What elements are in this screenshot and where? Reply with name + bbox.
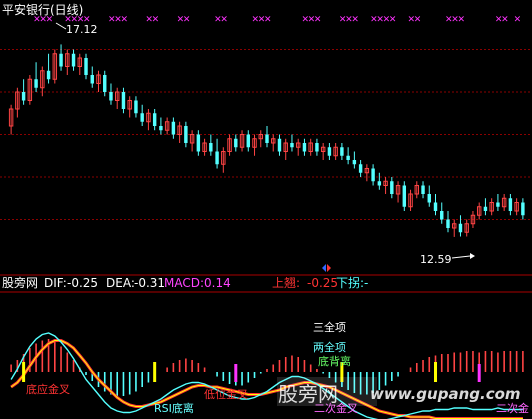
candle-body xyxy=(496,202,500,207)
top-marker: ✕ xyxy=(120,15,128,25)
candle-body xyxy=(171,121,176,135)
dea-band xyxy=(10,339,523,419)
candlestick-series xyxy=(8,44,525,237)
dif-line xyxy=(10,332,523,419)
top-marker: ✕ xyxy=(501,15,509,25)
signal-two-full: 两全项 xyxy=(313,340,346,354)
candle-body xyxy=(327,147,332,156)
candle-body xyxy=(90,75,94,84)
candle-body xyxy=(358,164,363,173)
yellow-signal-bar xyxy=(22,362,26,382)
candle-body xyxy=(521,202,525,216)
down-label: 下拐: xyxy=(336,275,364,290)
candle-body xyxy=(440,211,444,220)
signal-low-golden-cross: 低位金叉 xyxy=(204,387,248,401)
signal-bottom-divergence: 底背离 xyxy=(318,354,351,368)
magenta-signal-bar xyxy=(477,364,481,382)
candle-body xyxy=(371,168,375,182)
candle-body xyxy=(140,113,144,122)
candle-body xyxy=(446,219,450,228)
candle-body xyxy=(290,143,294,148)
top-marker: ✕ xyxy=(152,15,160,25)
candle-body xyxy=(433,202,438,211)
candle-body xyxy=(277,138,282,152)
candle-body xyxy=(134,100,138,114)
indicator-name: 股旁网 xyxy=(2,275,38,290)
top-marker: ✕ xyxy=(457,15,465,25)
candle-body xyxy=(402,185,407,207)
watermark-url: www.gupang.com xyxy=(370,385,521,403)
macd-value: 0.14 xyxy=(204,276,231,290)
candle-body xyxy=(196,134,201,152)
stock-chart: ✕✕✕ ✕✕✕✕ ✕✕✕ ✕✕ ✕✕ ✕✕ ✕✕✕ ✕✕✕ ✕✕✕ ✕✕✕✕ ✕✕ ✕✕✕ ✕✕ ✕ 平安… xyxy=(0,2,532,419)
signal-rsi-bottom-divergence: RSI底离 xyxy=(154,401,194,415)
candle-body xyxy=(34,79,38,88)
macd-label: MACD: xyxy=(164,276,204,290)
macd-lines xyxy=(10,332,523,419)
candle-body xyxy=(109,92,113,101)
down-value: - xyxy=(364,276,368,290)
candle-body xyxy=(152,113,157,126)
candle-body xyxy=(483,206,488,211)
magenta-signal-bar xyxy=(234,364,238,382)
candle-body xyxy=(302,143,307,152)
top-marker: ✕ xyxy=(264,15,272,25)
watermark-cn: 股旁网 xyxy=(278,382,338,406)
up-value: -0.25 xyxy=(307,276,338,290)
top-marker: ✕ xyxy=(220,15,228,25)
candle-body xyxy=(209,143,213,152)
low-pointer xyxy=(451,255,471,259)
top-marker: ✕ xyxy=(351,15,359,25)
candle-body xyxy=(246,134,250,148)
candle-body xyxy=(121,92,126,109)
candle-body xyxy=(377,181,382,186)
top-marker: ✕ xyxy=(514,15,522,25)
candle-body xyxy=(265,134,269,143)
top-marker: ✕ xyxy=(314,15,322,25)
candle-body xyxy=(315,143,319,152)
candle-body xyxy=(340,147,344,156)
candle-body xyxy=(427,194,431,203)
top-marker: ✕ xyxy=(183,15,191,25)
chart-title: 平安银行(日线) xyxy=(2,2,83,17)
dea-line xyxy=(10,340,523,419)
dif-label: DIF: xyxy=(44,276,67,290)
dea-label: DEA: xyxy=(106,276,135,290)
yellow-signal-bar xyxy=(153,362,157,382)
up-label: 上翘: xyxy=(272,276,300,290)
candle-body xyxy=(103,75,107,92)
candle-body xyxy=(46,70,51,80)
candle-body xyxy=(458,223,463,233)
signal-three-full: 三全项 xyxy=(313,320,346,334)
top-marker: ✕ xyxy=(389,15,397,25)
candle-body xyxy=(159,126,163,131)
candle-body xyxy=(390,181,394,194)
candle-body xyxy=(352,160,357,165)
candle-body xyxy=(59,53,63,67)
scroll-right-icon[interactable] xyxy=(327,264,331,272)
candle-body xyxy=(508,198,513,211)
candle-body xyxy=(184,126,188,143)
signal-bottom-golden-cross: 底应金叉 xyxy=(26,382,70,396)
candle-body xyxy=(84,58,88,75)
candle-body xyxy=(346,155,350,160)
low-price-label: 12.59 xyxy=(420,253,452,266)
yellow-signal-bar xyxy=(434,362,438,382)
candle-body xyxy=(21,92,26,101)
top-marker-row: ✕✕✕ ✕✕✕✕ ✕✕✕ ✕✕ ✕✕ ✕✕ ✕✕✕ ✕✕✕ ✕✕✕ ✕✕✕✕ ✕✕ ✕✕✕ ✕✕ ✕ xyxy=(33,15,521,25)
candle-body xyxy=(421,185,425,194)
candle-body xyxy=(234,138,238,148)
signal-second-golden-cross-2: 二次金 xyxy=(496,401,529,415)
candle-body xyxy=(215,151,219,165)
low-pointer-arrowhead xyxy=(470,253,475,259)
top-marker: ✕ xyxy=(414,15,422,25)
watermark: 股旁网 www.gupang.com xyxy=(277,377,521,406)
candle-body xyxy=(71,53,76,67)
dea-value: -0.31 xyxy=(134,276,165,290)
dif-value: -0.25 xyxy=(67,276,98,290)
scroll-left-icon[interactable] xyxy=(322,264,326,272)
high-price-label: 17.12 xyxy=(66,23,98,36)
